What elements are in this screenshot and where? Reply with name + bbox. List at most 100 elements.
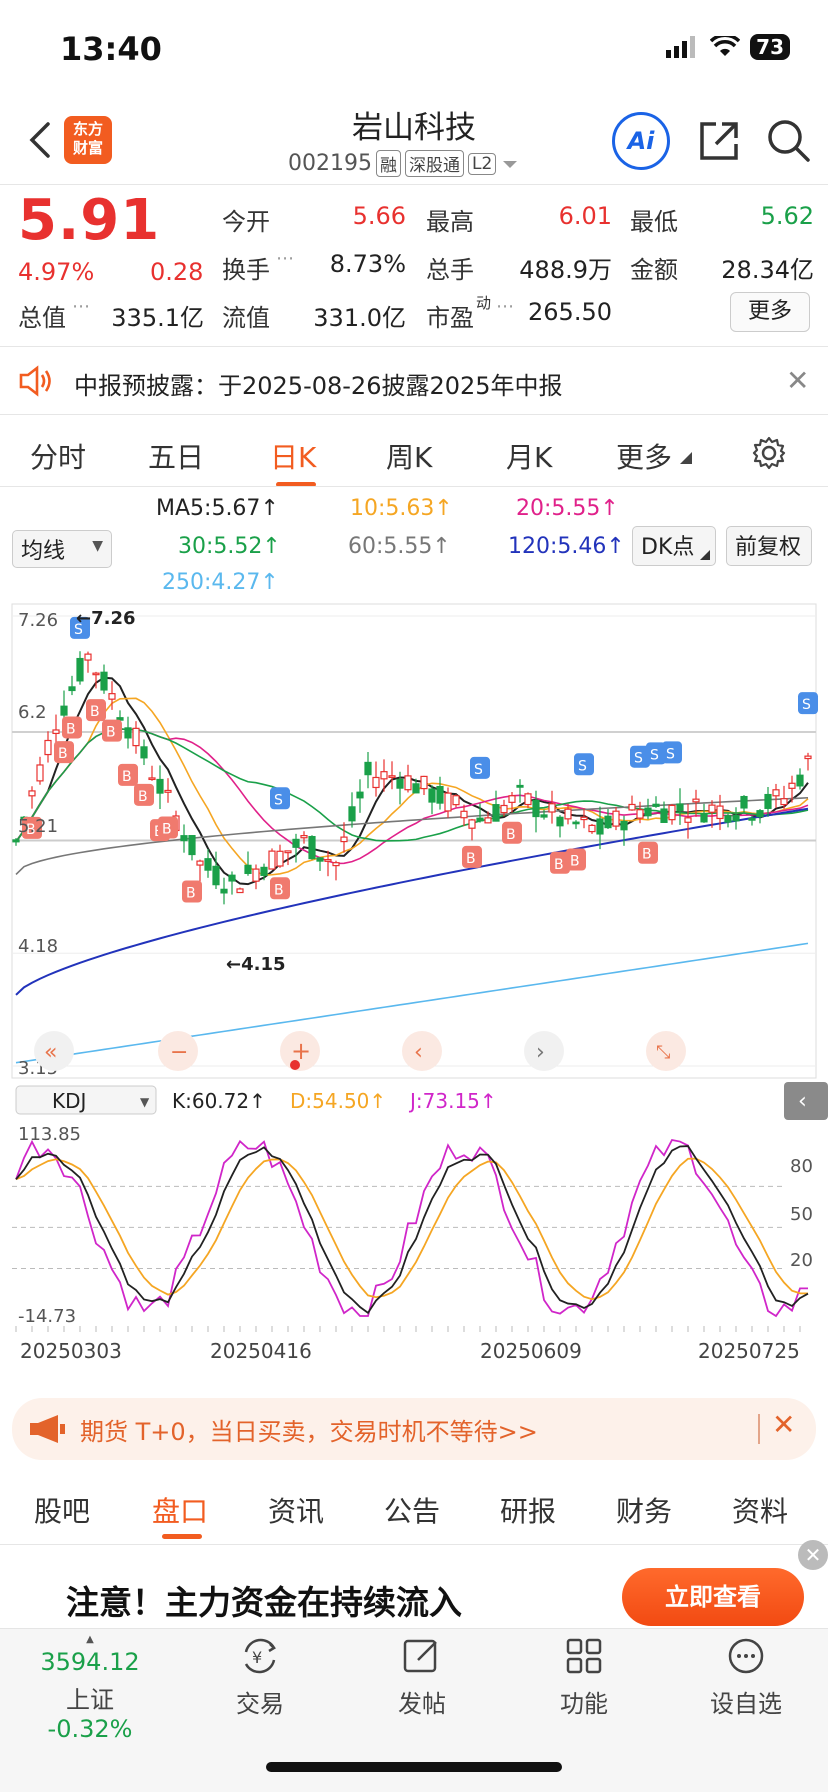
candle-body bbox=[276, 850, 284, 867]
ma-select[interactable]: 均线 ▼ bbox=[12, 530, 112, 568]
tab-intraday[interactable]: 分时 bbox=[30, 436, 86, 476]
ma250-value: 250:4.27 bbox=[162, 570, 261, 595]
candle-body bbox=[108, 693, 116, 700]
candle-body bbox=[380, 771, 388, 780]
close-icon[interactable]: ✕ bbox=[772, 1408, 795, 1441]
candle-body bbox=[468, 819, 476, 829]
wifi-icon bbox=[710, 36, 741, 56]
corner-caret-icon bbox=[680, 452, 692, 464]
x-label-1: 20250303 bbox=[20, 1339, 122, 1363]
float-mv-value: 331.0亿 bbox=[313, 304, 406, 332]
candle-body bbox=[284, 850, 292, 854]
candle-body bbox=[12, 839, 20, 843]
svg-text:¥: ¥ bbox=[252, 1648, 262, 1667]
candle-body bbox=[164, 789, 172, 793]
low-label: 最低 bbox=[630, 208, 678, 236]
candle-body bbox=[236, 888, 244, 894]
view-now-button[interactable]: 立即查看 bbox=[622, 1568, 804, 1626]
ma60-label: 60:5.55↑ bbox=[348, 534, 451, 559]
kdj-d: D:54.50↑ bbox=[290, 1089, 386, 1113]
kdj-d-value: D:54.50 bbox=[290, 1089, 369, 1113]
tab-more[interactable]: 更多 bbox=[616, 436, 672, 476]
search-icon[interactable] bbox=[764, 116, 812, 164]
tab-guba[interactable]: 股吧 bbox=[34, 1490, 90, 1530]
divider bbox=[0, 1544, 828, 1545]
close-icon[interactable]: ✕ bbox=[786, 364, 809, 397]
ma5-label: MA5:5.67↑ bbox=[156, 496, 279, 521]
ma10-label: 10:5.63↑ bbox=[350, 496, 453, 521]
tab-finance[interactable]: 财务 bbox=[616, 1490, 672, 1530]
sell-signal-label: S bbox=[802, 697, 811, 713]
more-button[interactable]: 更多 bbox=[730, 292, 810, 332]
candle-body bbox=[452, 795, 460, 806]
candle-body bbox=[740, 795, 748, 809]
ma30-label: 30:5.52↑ bbox=[178, 534, 281, 559]
ma5-value: MA5:5.67 bbox=[156, 496, 261, 521]
tab-research[interactable]: 研报 bbox=[500, 1490, 556, 1530]
nav-functions[interactable]: 功能 bbox=[514, 1636, 654, 1719]
candle-body bbox=[100, 671, 108, 691]
kdj-max: 113.85 bbox=[18, 1124, 81, 1145]
gear-icon[interactable] bbox=[752, 436, 786, 470]
nav-add-watchlist[interactable]: 设自选 bbox=[676, 1636, 816, 1719]
dk-button[interactable]: DK点 bbox=[632, 526, 716, 566]
banner-text[interactable]: 期货 T+0，当日买卖，交易时机不等待>> bbox=[80, 1412, 538, 1447]
total-mv-value: 335.1亿 bbox=[111, 304, 204, 332]
notice-text[interactable]: 中报预披露：于2025-08-26披露2025年中报 bbox=[74, 366, 563, 401]
buy-signal-label: B bbox=[506, 827, 516, 843]
candle-body bbox=[260, 866, 268, 876]
candle-body bbox=[324, 859, 332, 862]
candle-body bbox=[660, 808, 668, 823]
tab-profile[interactable]: 资料 bbox=[732, 1490, 788, 1530]
ai-button[interactable]: Ai bbox=[612, 112, 670, 170]
candle-body bbox=[692, 798, 700, 803]
kline-chart[interactable]: BBBBBBBBBBBBBBBBSSSSSSSS 7.26 6.2 5.21 4… bbox=[0, 600, 828, 1380]
buy-signal-label: B bbox=[90, 704, 100, 720]
candle-body bbox=[308, 835, 316, 860]
nav-trade[interactable]: ¥ 交易 bbox=[190, 1636, 330, 1719]
tab-news[interactable]: 资讯 bbox=[268, 1490, 324, 1530]
tab-pankou[interactable]: 盘口 bbox=[152, 1490, 208, 1530]
candle-body bbox=[436, 785, 444, 804]
nav-post[interactable]: 发帖 bbox=[352, 1636, 492, 1719]
caret-up-icon: ▲ bbox=[86, 1634, 94, 1645]
ma60-value: 60:5.55 bbox=[348, 534, 433, 559]
kdj-select-label: KDJ bbox=[52, 1089, 86, 1113]
tab-monthly-k[interactable]: 月K bbox=[506, 436, 552, 476]
candle-body bbox=[772, 789, 780, 797]
trade-icon: ¥ bbox=[244, 1638, 277, 1674]
stock-tags[interactable]: 002195 融 深股通 L2 bbox=[288, 150, 520, 177]
banner-divider bbox=[758, 1414, 760, 1444]
buy-signal-label: B bbox=[106, 725, 116, 741]
ma20-label: 20:5.55↑ bbox=[516, 496, 619, 521]
tab-five-day[interactable]: 五日 bbox=[148, 436, 204, 476]
adjust-button[interactable]: 前复权 bbox=[726, 526, 812, 566]
share-icon[interactable] bbox=[696, 118, 742, 164]
info-icon[interactable]: ⋯ bbox=[496, 296, 514, 317]
tab-announcements[interactable]: 公告 bbox=[384, 1490, 440, 1530]
low-marker: ←4.15 bbox=[226, 954, 286, 975]
candle-body bbox=[340, 836, 348, 843]
kdj-k: K:60.72↑ bbox=[172, 1089, 266, 1113]
corner-caret-icon bbox=[700, 550, 710, 560]
tab-daily-k[interactable]: 日K bbox=[270, 436, 316, 476]
candle-body bbox=[492, 804, 500, 822]
signal-icon bbox=[666, 36, 696, 58]
chevron-left-icon: ‹ bbox=[798, 1089, 807, 1114]
back-icon[interactable] bbox=[22, 118, 62, 162]
candle-body bbox=[132, 727, 140, 747]
info-icon[interactable]: ⋯ bbox=[276, 248, 294, 269]
x-label-4: 20250725 bbox=[698, 1339, 800, 1363]
ad-text[interactable]: 注意！主力资金在持续流入 bbox=[66, 1576, 462, 1624]
close-icon[interactable]: ✕ bbox=[798, 1540, 828, 1570]
buy-signal-label: B bbox=[642, 847, 652, 863]
kdj-frame bbox=[12, 1122, 816, 1328]
change-percent: 4.97% bbox=[18, 258, 95, 286]
candle-body bbox=[188, 835, 196, 856]
index-ticker[interactable]: ▲ 3594.12 上证 -0.32% bbox=[20, 1634, 160, 1744]
nav-post-label: 发帖 bbox=[398, 1690, 446, 1718]
candle-body bbox=[644, 807, 652, 817]
info-icon[interactable]: ⋯ bbox=[72, 296, 90, 317]
high-marker: ←7.26 bbox=[76, 608, 136, 629]
tab-weekly-k[interactable]: 周K bbox=[386, 436, 432, 476]
